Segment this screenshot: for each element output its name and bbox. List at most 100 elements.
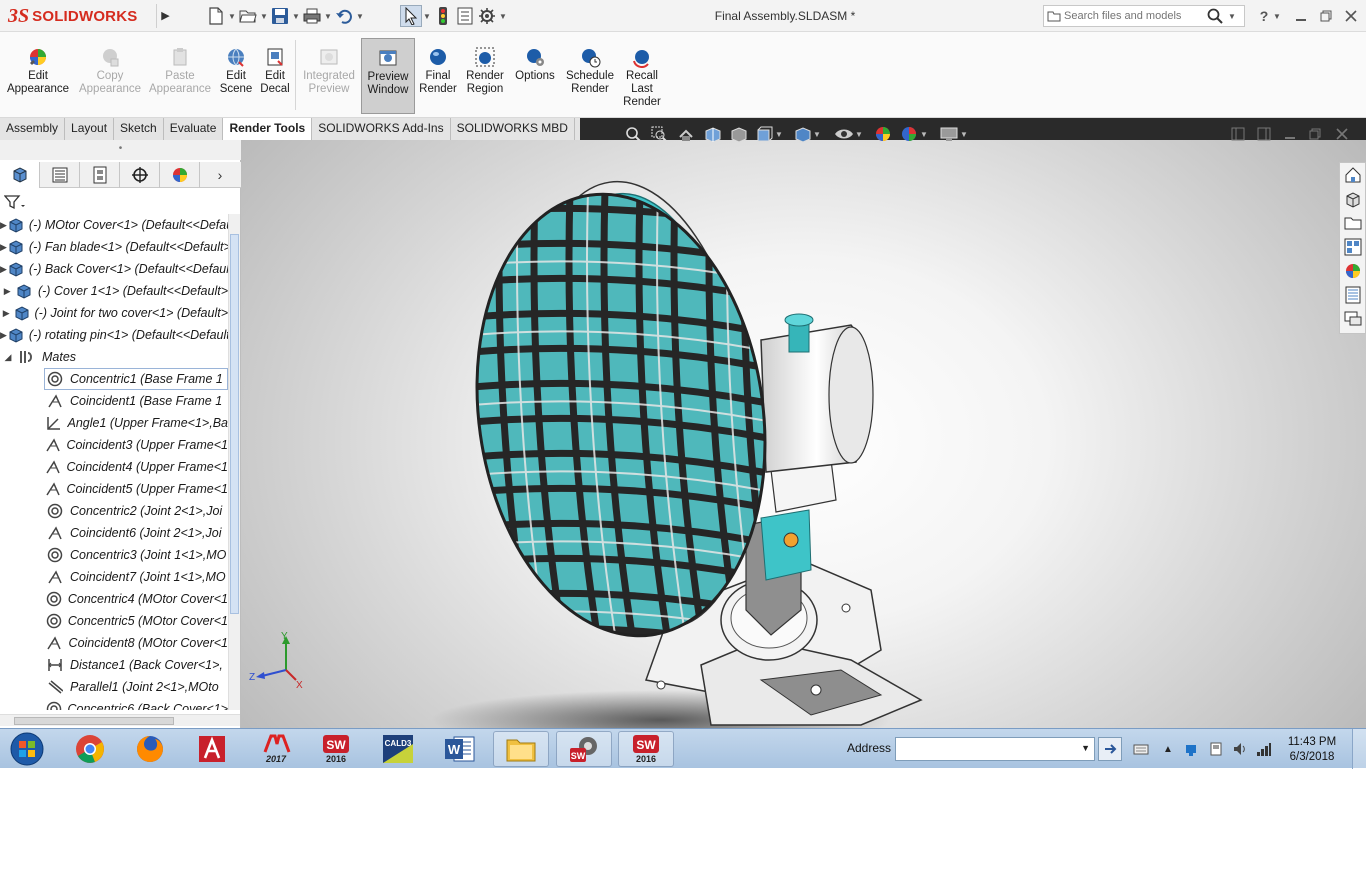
view-settings-icon[interactable] <box>938 124 960 144</box>
custom-properties-icon[interactable] <box>1340 283 1365 307</box>
viewport-close-icon[interactable] <box>1331 124 1353 144</box>
volume-icon[interactable] <box>1232 741 1248 757</box>
start-button-icon[interactable] <box>4 731 50 767</box>
viewport-split-left-icon[interactable] <box>1227 124 1249 144</box>
solidworks-icon[interactable]: SW 2016 <box>618 731 674 767</box>
autocad-icon[interactable] <box>184 731 240 767</box>
expand-arrow-icon[interactable]: ▶ <box>0 242 7 253</box>
graphics-area[interactable]: Y Z X <box>241 140 1366 728</box>
tree-component-item[interactable]: ▶ (-) Cover 1<1> (Default<<Default> <box>0 280 228 302</box>
tree-mate-item[interactable]: Concentric4 (MOtor Cover<1 <box>0 588 228 610</box>
solidworks-icon[interactable]: SW 2016 <box>308 731 364 767</box>
render-options-button[interactable]: Options <box>512 46 558 116</box>
dimxpert-manager-tab-icon[interactable] <box>120 162 160 188</box>
tree-component-item[interactable]: ▶ (-) rotating pin<1> (Default<<Default> <box>0 324 228 346</box>
hide-show-dropdown-icon[interactable]: ▼ <box>853 124 865 144</box>
solidworks-launcher-icon[interactable]: SW <box>556 731 612 767</box>
tree-mate-item[interactable]: Coincident6 (Joint 2<1>,Joi <box>0 522 228 544</box>
edit-appearance-button[interactable]: Edit Appearance <box>6 46 70 116</box>
save-dropdown-icon[interactable]: ▼ <box>291 5 301 27</box>
tree-mate-item[interactable]: Coincident5 (Upper Frame<1 <box>0 478 228 500</box>
expand-arrow-icon[interactable]: ▶ <box>0 330 7 341</box>
tree-component-item[interactable]: ▶ (-) Joint for two cover<1> (Default> <box>0 302 228 324</box>
tree-component-item[interactable]: ▶ (-) Fan blade<1> (Default<<Default> <box>0 236 228 258</box>
apply-scene-dropdown-icon[interactable]: ▼ <box>918 124 930 144</box>
tree-mate-item[interactable]: Coincident3 (Upper Frame<1 <box>0 434 228 456</box>
filter-icon[interactable] <box>4 192 34 212</box>
apply-scene-icon[interactable] <box>898 124 920 144</box>
expand-arrow-icon[interactable]: ▶ <box>0 220 7 231</box>
address-go-icon[interactable] <box>1098 737 1122 761</box>
more-tabs-chevron-icon[interactable]: › <box>200 162 240 188</box>
options-dropdown-icon[interactable]: ▼ <box>498 5 508 27</box>
horizontal-scroll-thumb[interactable] <box>14 717 174 725</box>
tree-mate-item[interactable]: Coincident4 (Upper Frame<1 <box>0 456 228 478</box>
configuration-manager-tab-icon[interactable] <box>80 162 120 188</box>
panel-grip[interactable]: • <box>0 140 241 160</box>
section-view-icon[interactable] <box>701 124 723 144</box>
select-arrow-icon[interactable] <box>400 5 422 27</box>
gear-icon[interactable] <box>476 5 498 27</box>
traffic-light-icon[interactable] <box>432 5 454 27</box>
view-orientation-dropdown-icon[interactable]: ▼ <box>773 124 785 144</box>
previous-view-icon[interactable] <box>675 124 697 144</box>
new-document-icon[interactable] <box>205 5 227 27</box>
open-dropdown-icon[interactable]: ▼ <box>259 5 269 27</box>
display-style-icon[interactable] <box>791 124 813 144</box>
viewport-restore-icon[interactable] <box>1304 124 1326 144</box>
expand-arrow-icon[interactable]: ▶ <box>0 264 7 275</box>
dynamic-annotation-views-icon[interactable] <box>727 124 749 144</box>
folder-icon[interactable] <box>493 731 549 767</box>
restore-icon[interactable] <box>1314 6 1338 26</box>
tree-mate-item[interactable]: Coincident7 (Joint 1<1>,MO <box>0 566 228 588</box>
tree-component-item[interactable]: ▶ (-) Back Cover<1> (Default<<Default> <box>0 258 228 280</box>
tree-mate-item[interactable]: Concentric2 (Joint 2<1>,Joi <box>0 500 228 522</box>
tree-mate-item[interactable]: Distance1 (Back Cover<1>, <box>0 654 228 676</box>
device-tray-icon[interactable] <box>1208 741 1224 757</box>
edit-scene-button[interactable]: Edit Scene <box>216 46 256 116</box>
search-dropdown-icon[interactable]: ▼ <box>1226 12 1238 21</box>
undo-icon[interactable] <box>333 5 355 27</box>
system-clock[interactable]: 11:43 PM 6/3/2018 <box>1282 735 1342 765</box>
copy-appearance-button[interactable]: Copy Appearance <box>78 46 142 116</box>
help-dropdown-icon[interactable]: ▼ <box>1270 6 1284 26</box>
file-properties-icon[interactable] <box>454 5 476 27</box>
chrome-icon[interactable] <box>62 731 118 767</box>
appearances-scenes-decals-icon[interactable] <box>1340 259 1365 283</box>
view-orientation-icon[interactable] <box>753 124 775 144</box>
tree-horizontal-scrollbar[interactable] <box>0 714 240 726</box>
tree-vertical-scrollbar[interactable] <box>228 214 240 710</box>
file-explorer-icon[interactable] <box>1340 211 1365 235</box>
hide-show-items-icon[interactable] <box>833 124 855 144</box>
zoom-to-area-icon[interactable] <box>648 124 670 144</box>
print-dropdown-icon[interactable]: ▼ <box>323 5 333 27</box>
tree-mate-item[interactable]: Angle1 (Upper Frame<1>,Ba <box>0 412 228 434</box>
schedule-render-button[interactable]: Schedule Render <box>562 46 618 116</box>
select-dropdown-icon[interactable]: ▼ <box>422 5 432 27</box>
view-palette-icon[interactable] <box>1340 235 1365 259</box>
viewport-split-right-icon[interactable] <box>1253 124 1275 144</box>
firefox-icon[interactable] <box>122 731 178 767</box>
solidworks-forum-icon[interactable] <box>1340 307 1365 331</box>
final-render-button[interactable]: Final Render <box>418 46 458 116</box>
display-manager-tab-icon[interactable] <box>160 162 200 188</box>
solidworks-logo[interactable]: 3S SOLIDWORKS <box>8 4 154 28</box>
viewport-minimize-icon[interactable] <box>1279 124 1301 144</box>
tree-mate-item[interactable]: Coincident1 (Base Frame 1 <box>0 390 228 412</box>
tree-mate-item[interactable]: Parallel1 (Joint 2<1>,MOto <box>0 676 228 698</box>
new-dropdown-icon[interactable]: ▼ <box>227 5 237 27</box>
edit-decal-button[interactable]: Edit Decal <box>258 46 292 116</box>
show-hidden-icons-icon[interactable]: ▲ <box>1160 741 1176 757</box>
paste-appearance-button[interactable]: Paste Appearance <box>148 46 212 116</box>
save-icon[interactable] <box>269 5 291 27</box>
property-manager-tab-icon[interactable] <box>40 162 80 188</box>
minimize-icon[interactable] <box>1289 6 1313 26</box>
search-input[interactable] <box>1064 10 1204 22</box>
tree-mate-item[interactable]: Concentric6 (Back Cover<1> <box>0 698 228 710</box>
search-box[interactable]: ▼ <box>1043 5 1245 27</box>
tree-mate-item[interactable]: Coincident8 (MOtor Cover<1 <box>0 632 228 654</box>
keyboard-tray-icon[interactable] <box>1133 741 1149 757</box>
tab-evaluate[interactable]: Evaluate <box>164 118 224 140</box>
open-folder-icon[interactable] <box>237 5 259 27</box>
menu-expand-arrow-icon[interactable]: ▶ <box>156 4 174 28</box>
